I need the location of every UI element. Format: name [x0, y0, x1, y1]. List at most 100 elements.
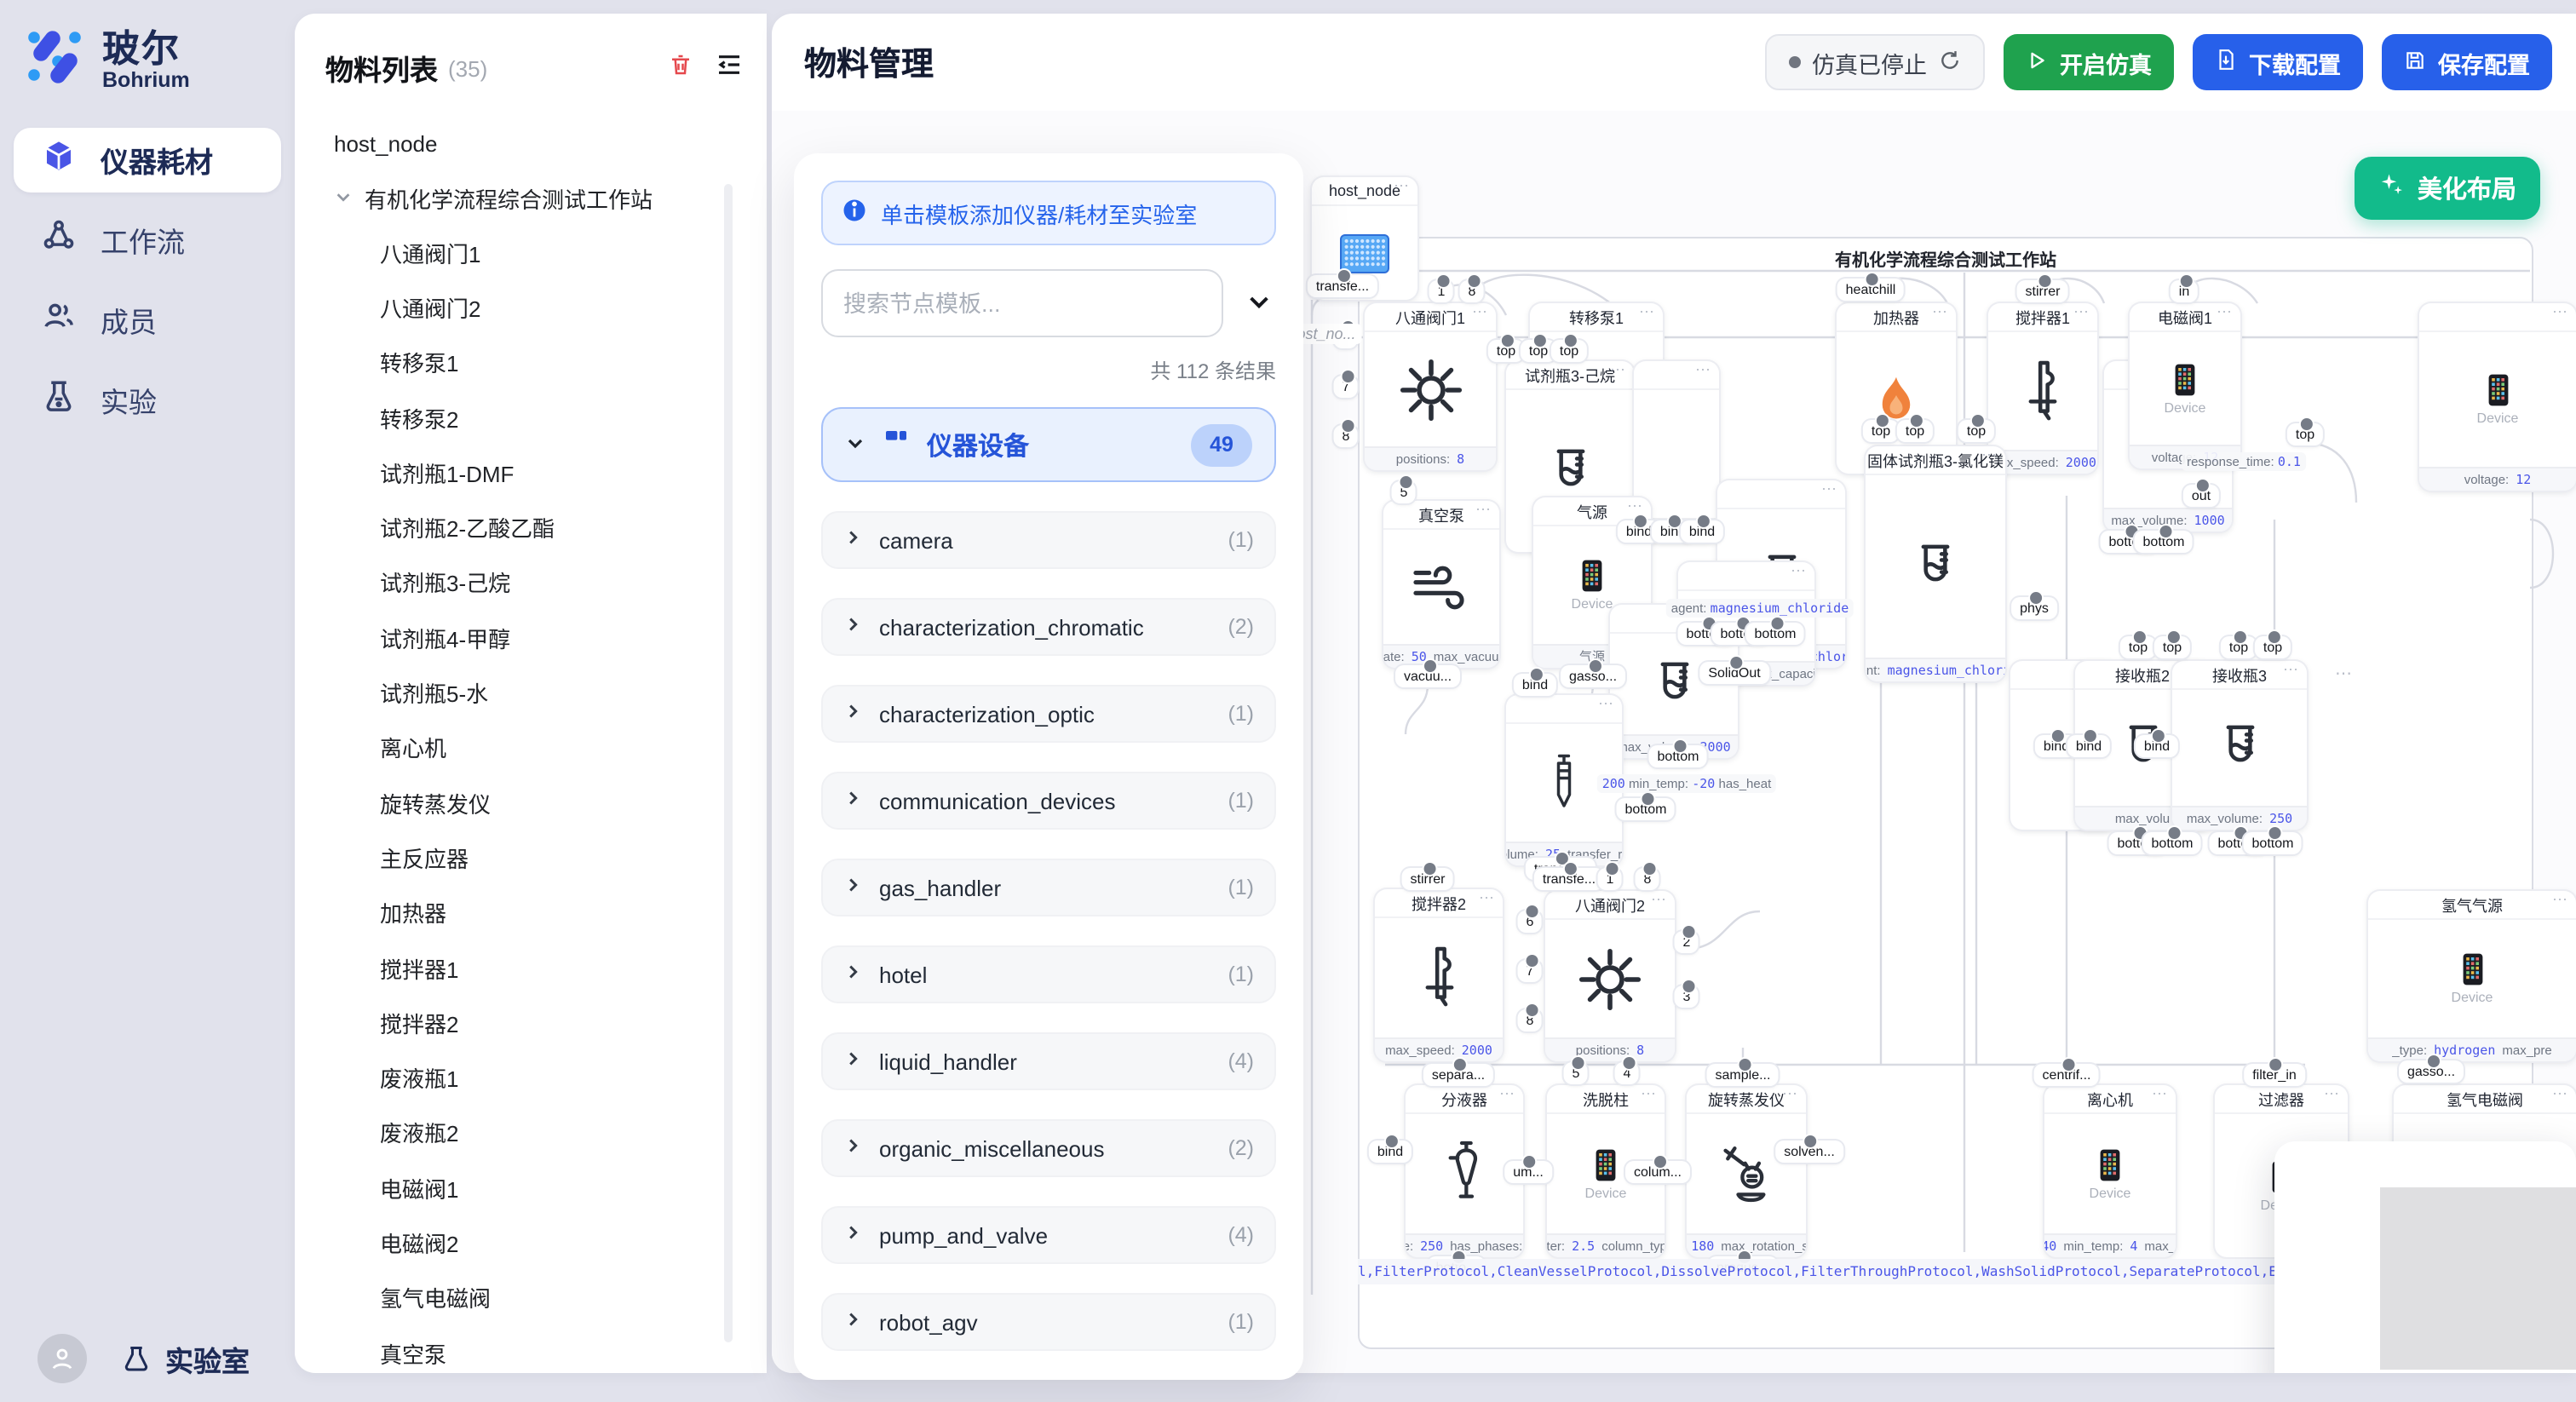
- tree-item[interactable]: 氢气电磁阀: [334, 1270, 767, 1325]
- node-menu-icon[interactable]: ⋯: [1639, 303, 1656, 322]
- preview-popup[interactable]: [2274, 1141, 2576, 1373]
- port-chip-centrif[interactable]: centrif...: [2034, 1064, 2100, 1086]
- node-menu-icon[interactable]: ⋯: [1791, 562, 1808, 581]
- sidebar-item-0[interactable]: 仪器耗材: [14, 128, 281, 192]
- port-chip-vacuu[interactable]: vacuu...: [1395, 665, 1460, 687]
- port-chip-colum[interactable]: colum...: [1625, 1161, 1690, 1183]
- port-chip-1[interactable]: 1: [1429, 280, 1454, 302]
- node-menu-icon[interactable]: ⋯: [2283, 661, 2300, 680]
- refresh-icon[interactable]: [1939, 49, 1961, 76]
- template-item-liquid_handler[interactable]: liquid_handler (4): [821, 1032, 1276, 1090]
- sidebar-item-3[interactable]: 实验: [14, 368, 281, 433]
- canvas-node[interactable]: ⋯Devicevoltage: 12: [2419, 303, 2576, 491]
- tree-scrollbar[interactable]: [724, 184, 733, 1342]
- port-chip-2[interactable]: 2: [1675, 931, 1699, 953]
- port-chip-transfe[interactable]: transfe...: [1534, 868, 1604, 890]
- canvas-node-八通阀门1[interactable]: 八通阀门1⋯positions: 8: [1365, 303, 1496, 470]
- search-input[interactable]: [821, 269, 1223, 337]
- node-menu-icon[interactable]: ⋯: [1651, 891, 1668, 910]
- node-menu-icon[interactable]: ⋯: [2073, 303, 2090, 322]
- template-item-organic_miscellaneous[interactable]: organic_miscellaneous (2): [821, 1119, 1276, 1177]
- port-chip-stirrer[interactable]: stirrer: [1402, 868, 1454, 890]
- category-instruments[interactable]: 仪器设备 49: [821, 407, 1276, 482]
- port-chip-top[interactable]: top: [2221, 636, 2257, 658]
- tree-workstation[interactable]: 有机化学流程综合测试工作站: [334, 170, 767, 225]
- port-chip-top[interactable]: top: [2287, 423, 2323, 445]
- template-item-hotel[interactable]: hotel (1): [821, 945, 1276, 1003]
- port-chip-bottom[interactable]: bottom: [1617, 798, 1676, 820]
- tree-item[interactable]: 旋转蒸发仪: [334, 775, 767, 830]
- canvas-node-真空泵[interactable]: 真空泵⋯pump_rate: 50 max_vacuum: 0.1: [1383, 501, 1499, 668]
- port-chip-bottom[interactable]: bottom: [1746, 623, 1805, 645]
- template-item-characterization_chromatic[interactable]: characterization_chromatic (2): [821, 598, 1276, 656]
- node-menu-icon[interactable]: ⋯: [1598, 695, 1615, 714]
- port-chip-um[interactable]: um...: [1504, 1161, 1552, 1183]
- port-chip-8[interactable]: 8: [1636, 868, 1660, 890]
- tree-item[interactable]: 试剂瓶4-甲醇: [334, 610, 767, 665]
- node-menu-icon[interactable]: ⋯: [1610, 361, 1627, 380]
- tree-item[interactable]: 试剂瓶3-己烷: [334, 555, 767, 611]
- port-chip-8[interactable]: 8: [1518, 1009, 1543, 1031]
- port-chip-separa[interactable]: separa...: [1423, 1064, 1493, 1086]
- port-chip-bind[interactable]: bind: [1681, 520, 1723, 543]
- delete-icon[interactable]: [668, 50, 693, 86]
- port-chip-4[interactable]: 4: [1615, 1062, 1640, 1084]
- sim-status-pill[interactable]: 仿真已停止: [1764, 34, 1985, 90]
- tree-item[interactable]: 主反应器: [334, 830, 767, 886]
- port-chip-bind[interactable]: bind: [2067, 735, 2110, 757]
- port-chip-solven[interactable]: solven...: [1775, 1141, 1843, 1163]
- tree-item[interactable]: 加热器: [334, 885, 767, 940]
- tree-item[interactable]: 废液瓶1: [334, 1050, 767, 1106]
- port-chip-6[interactable]: 6: [1518, 911, 1543, 933]
- tree-item[interactable]: 离心机: [334, 720, 767, 775]
- collapse-panel-icon[interactable]: [716, 50, 743, 86]
- port-chip-5[interactable]: 5: [1564, 1062, 1589, 1084]
- template-item-robot_agv[interactable]: robot_agv (1): [821, 1293, 1276, 1351]
- tree-item[interactable]: 转移泵1: [334, 335, 767, 390]
- tree-root[interactable]: host_node: [334, 116, 767, 170]
- port-chip-top[interactable]: top: [2154, 636, 2190, 658]
- tree-item[interactable]: 试剂瓶1-DMF: [334, 445, 767, 500]
- port-chip-5[interactable]: 5: [1392, 481, 1417, 503]
- start-simulation-button[interactable]: 开启仿真: [2004, 34, 2174, 90]
- port-chip-bottom[interactable]: bottom: [2143, 832, 2202, 854]
- template-item-characterization_optic[interactable]: characterization_optic (1): [821, 685, 1276, 743]
- port-chip-top[interactable]: top: [2255, 636, 2291, 658]
- port-chip-bottom[interactable]: bottom: [2244, 832, 2303, 854]
- port-chip-top[interactable]: top: [1863, 420, 1899, 442]
- tree-item[interactable]: 八通阀门2: [334, 280, 767, 336]
- node-menu-icon[interactable]: ⋯: [1782, 1085, 1799, 1104]
- canvas-node-离心机[interactable]: 离心机⋯Devicep: 40 min_temp: 4 max_spe: [2044, 1085, 2176, 1257]
- node-menu-icon[interactable]: ⋯: [1641, 1085, 1658, 1104]
- template-item-communication_devices[interactable]: communication_devices (1): [821, 772, 1276, 830]
- port-chip-bind[interactable]: bind: [1369, 1141, 1412, 1163]
- port-chip-in[interactable]: in: [2171, 280, 2198, 302]
- node-menu-icon[interactable]: ⋯: [2217, 303, 2234, 322]
- node-menu-icon[interactable]: ⋯: [1394, 177, 1411, 196]
- tree-item[interactable]: 试剂瓶2-乙酸乙酯: [334, 500, 767, 555]
- template-item-gas_handler[interactable]: gas_handler (1): [821, 859, 1276, 916]
- port-chip-3[interactable]: 3: [1675, 985, 1699, 1008]
- port-chip-top[interactable]: top: [1551, 340, 1587, 362]
- node-menu-icon[interactable]: ⋯: [2552, 891, 2569, 910]
- tree-item[interactable]: 真空泵: [334, 1325, 767, 1373]
- template-item-pump_and_valve[interactable]: pump_and_valve (4): [821, 1206, 1276, 1264]
- port-chip-transfe[interactable]: transfe...: [1308, 275, 1377, 297]
- sidebar-item-1[interactable]: 工作流: [14, 208, 281, 273]
- port-chip-7[interactable]: 7: [1334, 376, 1359, 398]
- port-chip-phys[interactable]: phys: [2011, 597, 2057, 619]
- port-chip-out[interactable]: out: [2183, 485, 2219, 507]
- tree-item[interactable]: 电磁阀2: [334, 1215, 767, 1271]
- node-menu-icon[interactable]: ⋯: [1472, 303, 1489, 322]
- port-chip-8[interactable]: 8: [1460, 280, 1485, 302]
- collapse-template-icon[interactable]: [1242, 284, 1276, 323]
- port-chip-bind[interactable]: bind: [1514, 674, 1556, 696]
- port-chip-gasso[interactable]: gasso...: [2399, 1060, 2464, 1083]
- port-chip-8[interactable]: 8: [1334, 425, 1359, 447]
- port-chip-bottom[interactable]: bottom: [2135, 531, 2194, 553]
- canvas-node-搅拌器2[interactable]: 搅拌器2⋯max_speed: 2000: [1375, 889, 1503, 1061]
- port-chip-heatchill[interactable]: heatchill: [1837, 279, 1905, 301]
- avatar[interactable]: [37, 1334, 87, 1383]
- canvas-node-八通阀门2[interactable]: 八通阀门2⋯positions: 8: [1545, 891, 1675, 1061]
- template-item-camera[interactable]: camera (1): [821, 511, 1276, 569]
